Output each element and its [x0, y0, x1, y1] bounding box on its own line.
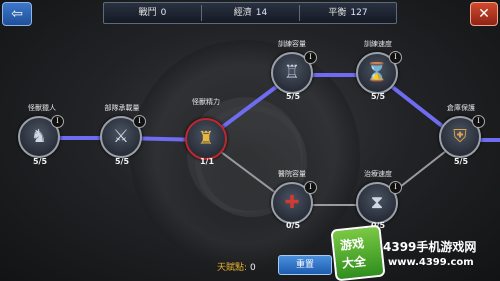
- close-button[interactable]: ✕: [470, 2, 498, 26]
- back-arrow-icon: ⇦: [11, 6, 23, 22]
- talent-label-monster-stamina: 怪獸精力: [192, 98, 220, 106]
- talent-node-monster-stamina[interactable]: ♜: [185, 118, 227, 160]
- talent-points: 天賦點: 0: [217, 260, 256, 273]
- talent-label-training-capacity: 訓練容量: [278, 40, 306, 48]
- talent-count: 5/5: [453, 157, 469, 166]
- tier-badge: I: [472, 115, 485, 128]
- talent-tree-screen: ⇦ ✕ 戰鬥 0 經濟 14 平衡 127 怪獸獵人 ♞ I 5/5 部隊承載量 ⚔ …: [0, 0, 500, 281]
- stat-balance: 平衡 127: [300, 3, 396, 23]
- knight-statue-icon: ♖: [283, 62, 301, 83]
- talent-count: 5/5: [114, 157, 130, 166]
- talent-label-hospital-capacity: 醫院容量: [278, 170, 306, 178]
- stat-label: 平衡: [328, 8, 347, 18]
- tier-badge: I: [51, 115, 64, 128]
- stat-economy: 經濟 14: [202, 3, 299, 23]
- talent-count: 0/5: [285, 221, 301, 230]
- watermark-logo: 游戏 大全: [330, 224, 386, 281]
- reset-button[interactable]: 重置: [278, 255, 332, 275]
- stat-label: 經濟: [233, 8, 252, 18]
- talent-count: 5/5: [370, 92, 386, 101]
- watermark-logo-line1: 游戏: [339, 236, 365, 253]
- tier-badge: I: [304, 181, 317, 194]
- stat-value: 127: [350, 8, 368, 18]
- soldier-plus-icon: ⚔: [112, 126, 130, 147]
- knight-hourglass-icon: ⌛: [365, 62, 389, 83]
- category-points-bar: 戰鬥 0 經濟 14 平衡 127: [103, 2, 397, 24]
- tier-badge: I: [133, 115, 146, 128]
- talent-count: 5/5: [32, 157, 48, 166]
- medic-scroll-icon: ✚: [284, 192, 300, 213]
- watermark-url: www.4399.com: [388, 257, 474, 268]
- back-button[interactable]: ⇦: [2, 2, 32, 26]
- talent-count: 1/1: [199, 157, 215, 166]
- stat-combat: 戰鬥 0: [104, 3, 201, 23]
- talent-label-monster-hunter: 怪獸獵人: [28, 104, 56, 112]
- talent-count: 5/5: [285, 92, 301, 101]
- tier-badge: I: [389, 51, 402, 64]
- talent-label-warehouse-protection: 倉庫保護: [447, 104, 475, 112]
- talent-points-value: 0: [250, 263, 256, 273]
- golden-monster-icon: ♜: [197, 128, 215, 149]
- cannon-icon: ⛨: [453, 126, 467, 147]
- stat-value: 0: [160, 8, 167, 18]
- close-x-icon: ✕: [478, 6, 490, 22]
- watermark-logo-line2: 大全: [341, 254, 367, 271]
- talent-label-healing-speed: 治療速度: [364, 170, 392, 178]
- stat-label: 戰鬥: [138, 8, 157, 18]
- talent-points-label: 天賦點:: [217, 263, 248, 273]
- knight-icon: ♞: [30, 126, 48, 147]
- tier-badge: I: [304, 51, 317, 64]
- healer-hourglass-icon: ⧗: [370, 192, 384, 213]
- talent-label-training-speed: 訓練速度: [364, 40, 392, 48]
- talent-label-troop-capacity: 部隊承載量: [104, 104, 140, 112]
- tier-badge: I: [389, 181, 402, 194]
- watermark-site: 4399手机游戏网: [383, 240, 477, 254]
- stat-value: 14: [255, 8, 268, 18]
